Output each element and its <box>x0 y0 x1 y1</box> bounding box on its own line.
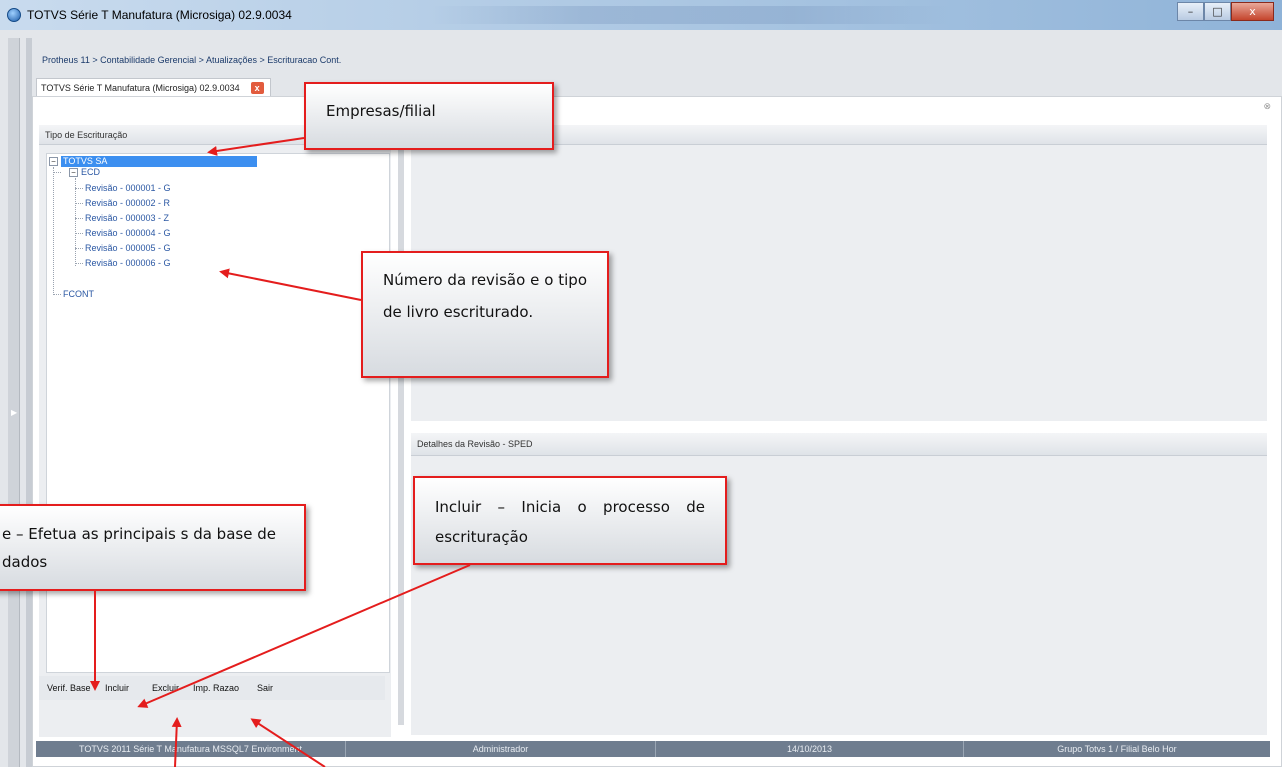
tree-node-revision[interactable]: Revisão - 000004 - G <box>85 228 171 239</box>
incluir-button[interactable]: Incluir <box>105 683 129 693</box>
window-controls: – □ x <box>1177 2 1274 21</box>
app-frame: ▶ Protheus 11 > Contabilidade Gerencial … <box>0 30 1282 767</box>
close-button[interactable]: x <box>1231 2 1274 21</box>
left-panel: Tipo de Escrituração − TOTVS SA − ECD Re… <box>39 125 391 737</box>
verif-base-button[interactable]: Verif. Base <box>47 683 91 693</box>
tree-node-ecd[interactable]: ECD <box>81 167 100 178</box>
tree-line <box>53 172 61 173</box>
close-icon[interactable]: x <box>250 82 264 94</box>
status-branch: Grupo Totvs 1 / Filial Belo Hor <box>1057 744 1177 754</box>
panel-splitter[interactable] <box>398 125 404 725</box>
callout-incluir: Incluir – Inicia o processo de escritura… <box>413 476 727 565</box>
tree-node-revision[interactable]: Revisão - 000002 - R <box>85 198 170 209</box>
tree-line <box>75 263 83 264</box>
tree-node-revision[interactable]: Revisão - 000001 - G <box>85 183 171 194</box>
tree-line <box>75 188 83 189</box>
tree-node-revision[interactable]: Revisão - 000003 - Z <box>85 213 169 224</box>
imp-razao-button[interactable]: Imp. Razao <box>193 683 239 693</box>
tree-line <box>75 203 83 204</box>
status-environment: TOTVS 2011 Série T Manufatura MSSQL7 Env… <box>36 741 346 757</box>
minus-box-icon[interactable]: − <box>69 168 78 177</box>
tree-node-fcont[interactable]: FCONT <box>63 289 94 300</box>
breadcrumb[interactable]: Protheus 11 > Contabilidade Gerencial > … <box>42 55 341 65</box>
tree-line <box>53 167 54 295</box>
callout-revisao: Número da revisão e o tipo de livro escr… <box>361 251 609 378</box>
minimize-button[interactable]: – <box>1177 2 1204 21</box>
minus-box-icon[interactable]: − <box>49 157 58 166</box>
action-buttons: Verif. Base Incluir Excluir Imp. Razao S… <box>39 676 385 700</box>
status-bar: TOTVS 2011 Série T Manufatura MSSQL7 Env… <box>36 741 1270 757</box>
title-blur <box>430 6 950 24</box>
tree-line <box>75 218 83 219</box>
tab-label: TOTVS Série T Manufatura (Microsiga) 02.… <box>41 83 240 93</box>
tree-line <box>75 233 83 234</box>
callout-verif-base: e – Efetua as principais s da base de da… <box>0 504 306 591</box>
tree-view[interactable]: − TOTVS SA − ECD Revisão - 000001 - G Re… <box>46 153 390 673</box>
status-date: 14/10/2013 <box>656 741 964 757</box>
main-content: ⊗ Tipo de Escrituração − TOTVS SA − ECD <box>32 96 1282 767</box>
excluir-button[interactable]: Excluir <box>152 683 179 693</box>
window-title: TOTVS Série T Manufatura (Microsiga) 02.… <box>27 8 292 22</box>
totvs-globe-icon <box>7 8 21 22</box>
tree-node-revision[interactable]: Revisão - 000006 - G <box>85 258 171 269</box>
tree-node-revision[interactable]: Revisão - 000005 - G <box>85 243 171 254</box>
window-titlebar: TOTVS Série T Manufatura (Microsiga) 02.… <box>0 0 1282 30</box>
tree-line <box>53 294 61 295</box>
details-panel-title: Detalhes da Revisão - SPED <box>411 433 1267 456</box>
tree-line <box>75 178 76 266</box>
tree-line <box>75 248 83 249</box>
tree-root-node[interactable]: TOTVS SA <box>61 156 257 167</box>
maximize-button[interactable]: □ <box>1204 2 1231 21</box>
close-circle-icon[interactable]: ⊗ <box>1263 101 1271 112</box>
tab-main[interactable]: TOTVS Série T Manufatura (Microsiga) 02.… <box>36 78 271 97</box>
sair-button[interactable]: Sair <box>257 683 273 693</box>
collapse-strip[interactable]: ▶ <box>8 38 20 767</box>
status-user: Administrador <box>346 741 656 757</box>
callout-empresas: Empresas/filial <box>304 82 554 150</box>
chevron-right-icon: ▶ <box>11 408 18 417</box>
